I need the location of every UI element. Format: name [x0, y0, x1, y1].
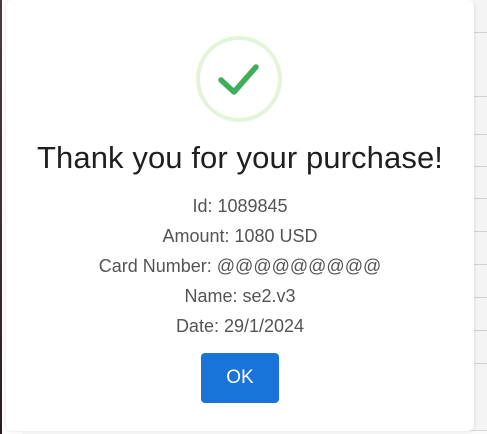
- backdrop-divider: [473, 297, 487, 298]
- backdrop-divider: [473, 96, 487, 97]
- purchase-amount: Amount: 1080 USD: [162, 226, 318, 246]
- backdrop-divider: [473, 198, 487, 199]
- backdrop-divider: [473, 363, 487, 364]
- backdrop-divider: [473, 32, 487, 33]
- card-number: Card Number: @@@@@@@@@: [98, 256, 382, 276]
- backdrop-divider: [473, 166, 487, 167]
- purchaser-name: Name: se2.v3: [184, 286, 296, 306]
- backdrop-edge: [0, 0, 2, 434]
- backdrop-divider: [473, 134, 487, 135]
- checkmark-icon: [218, 64, 259, 95]
- backdrop-divider: [473, 231, 487, 232]
- checkmark-success-icon: [196, 36, 282, 122]
- backdrop-page: [473, 0, 487, 434]
- ok-button[interactable]: OK: [201, 353, 279, 403]
- purchase-id: Id: 1089845: [192, 196, 288, 216]
- purchase-success-dialog: Thank you for your purchase! Id: 1089845…: [6, 0, 474, 431]
- purchase-details: Id: 1089845 Amount: 1080 USD Card Number…: [6, 191, 474, 341]
- purchase-date: Date: 29/1/2024: [175, 316, 305, 336]
- backdrop-divider: [473, 264, 487, 265]
- backdrop-divider: [473, 330, 487, 331]
- dialog-title: Thank you for your purchase!: [36, 140, 443, 175]
